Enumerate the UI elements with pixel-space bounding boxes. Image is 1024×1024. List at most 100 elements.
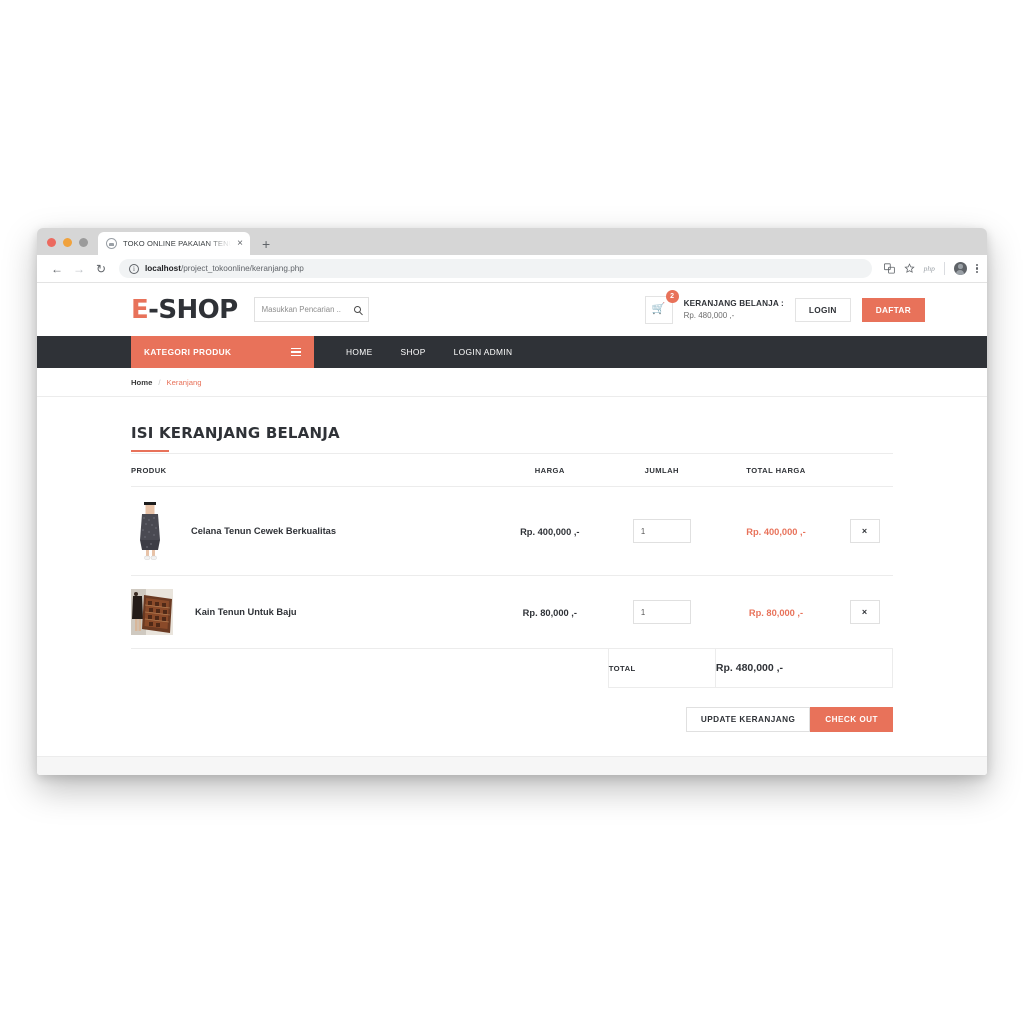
logo-text: -SHOP <box>148 294 238 325</box>
php-extension-icon[interactable]: php <box>924 264 935 273</box>
close-tab-icon[interactable]: × <box>237 238 243 249</box>
register-button[interactable]: DAFTAR <box>861 297 925 322</box>
forward-icon[interactable]: → <box>69 259 89 279</box>
cart-count-badge: 2 <box>665 289 679 303</box>
category-menu-label: KATEGORI PRODUK <box>144 347 232 357</box>
url-host: localhost <box>145 264 181 273</box>
product-cell: Celana Tenun Cewek Berkualitas <box>131 500 491 562</box>
site-footer: MY ACCOUNT CUSTOMER SERVICE STAY CONNECT… <box>37 756 987 775</box>
remove-item-button[interactable]: × <box>849 600 880 624</box>
product-total-price: Rp. 400,000 ,- <box>746 527 806 537</box>
product-thumbnail-image[interactable] <box>131 500 169 562</box>
window-controls <box>47 238 98 255</box>
main-content: ISI KERANJANG BELANJA PRODUK HARGA JUMLA… <box>37 397 987 732</box>
breadcrumb-current: Keranjang <box>166 377 202 387</box>
site-header: E-SHOP 🛒 2 KERANJANG BELANJA : Rp. 480,0… <box>37 283 987 336</box>
site-info-icon[interactable]: i <box>129 263 139 274</box>
cart-table-body: Celana Tenun Cewek Berkualitas Rp. 400,0… <box>131 486 894 688</box>
cell-total-harga: Rp. 400,000 ,- <box>715 486 837 576</box>
column-header-produk: PRODUK <box>131 454 492 487</box>
minimize-window-button[interactable] <box>63 238 72 247</box>
nav-item-home[interactable]: HOME <box>332 336 387 368</box>
shopping-cart-icon: 🛒 <box>651 303 666 315</box>
back-icon[interactable]: ← <box>47 259 67 279</box>
address-bar-url: localhost/project_tokoonline/keranjang.p… <box>145 264 304 273</box>
login-button[interactable]: LOGIN <box>794 297 851 322</box>
remove-item-button[interactable]: × <box>849 519 880 543</box>
address-bar[interactable]: i localhost/project_tokoonline/keranjang… <box>119 259 872 278</box>
new-tab-button[interactable]: + <box>262 237 270 255</box>
checkout-button[interactable]: CHECK OUT <box>810 707 893 732</box>
search-icon[interactable] <box>353 306 361 313</box>
product-price: Rp. 400,000 ,- <box>520 527 580 537</box>
cell-total-harga: Rp. 80,000 ,- <box>715 575 837 649</box>
page-title: ISI KERANJANG BELANJA <box>131 424 340 442</box>
breadcrumb-home[interactable]: Home <box>131 378 152 387</box>
browser-window: TOKO ONLINE PAKAIAN TENUN × + ← → ↻ i lo… <box>37 228 987 775</box>
header-actions: 🛒 2 KERANJANG BELANJA : Rp. 480,000 ,- L… <box>644 289 925 324</box>
cart-summary-total: Rp. 480,000 ,- <box>683 310 735 320</box>
cell-harga: Rp. 400,000 ,- <box>491 486 609 576</box>
cell-jumlah <box>608 575 716 649</box>
toolbar-divider <box>943 262 945 275</box>
product-price: Rp. 80,000 ,- <box>522 608 577 618</box>
cart-button-wrapper[interactable]: 🛒 2 <box>644 289 679 324</box>
product-thumbnail-image[interactable] <box>131 589 173 635</box>
bookmark-star-icon[interactable] <box>903 263 915 274</box>
profile-avatar-icon[interactable] <box>953 262 967 275</box>
browser-toolbar: ← → ↻ i localhost/project_tokoonline/ker… <box>37 255 987 283</box>
cart-summary: KERANJANG BELANJA : Rp. 480,000 ,- <box>684 298 784 321</box>
reload-icon[interactable]: ↻ <box>91 259 111 279</box>
table-row: Celana Tenun Cewek Berkualitas Rp. 400,0… <box>131 486 893 576</box>
quantity-input[interactable] <box>632 600 691 624</box>
translate-icon[interactable] <box>883 263 895 274</box>
nav-item-shop[interactable]: SHOP <box>387 336 440 368</box>
nav-links: HOME SHOP LOGIN ADMIN <box>314 336 526 368</box>
breadcrumb-separator: / <box>158 377 161 387</box>
table-row: Kain Tenun Untuk Baju Rp. 80,000 ,- Rp. … <box>131 575 893 649</box>
cart-table: PRODUK HARGA JUMLAH TOTAL HARGA Celana T… <box>131 454 894 688</box>
url-path: /project_tokoonline/keranjang.php <box>180 264 304 273</box>
title-underline <box>131 450 169 452</box>
cell-actions: × <box>836 486 893 576</box>
tab-title: TOKO ONLINE PAKAIAN TENUN <box>123 239 232 248</box>
cart-total-row: TOTAL Rp. 480,000 ,- <box>131 648 894 688</box>
cell-produk: Celana Tenun Cewek Berkualitas <box>131 486 492 576</box>
search-input[interactable] <box>261 305 350 314</box>
main-navbar: KATEGORI PRODUK HOME SHOP LOGIN ADMIN <box>37 336 987 368</box>
grand-total-label: TOTAL <box>607 648 716 688</box>
column-header-harga: HARGA <box>491 454 609 487</box>
product-cell: Kain Tenun Untuk Baju <box>131 589 491 635</box>
cart-table-head: PRODUK HARGA JUMLAH TOTAL HARGA <box>131 454 893 487</box>
nav-item-login-admin[interactable]: LOGIN ADMIN <box>440 336 527 368</box>
browser-tab-strip: TOKO ONLINE PAKAIAN TENUN × + <box>37 228 987 255</box>
product-name[interactable]: Celana Tenun Cewek Berkualitas <box>191 526 336 536</box>
cell-produk: Kain Tenun Untuk Baju <box>131 575 492 649</box>
cart-actions: UPDATE KERANJANG CHECK OUT <box>131 707 893 732</box>
toolbar-icons: php <box>880 262 978 275</box>
product-name[interactable]: Kain Tenun Untuk Baju <box>195 607 297 617</box>
quantity-input[interactable] <box>632 519 691 543</box>
cell-actions: × <box>836 575 893 649</box>
cart-summary-label: KERANJANG BELANJA : <box>683 298 784 308</box>
grand-total-value: Rp. 480,000 ,- <box>714 648 894 688</box>
logo-letter-e: E <box>131 294 149 325</box>
maximize-window-button[interactable] <box>79 238 88 247</box>
update-cart-button[interactable]: UPDATE KERANJANG <box>685 707 811 732</box>
category-menu-button[interactable]: KATEGORI PRODUK <box>131 336 314 368</box>
product-total-price: Rp. 80,000 ,- <box>748 608 804 618</box>
column-header-actions <box>836 454 893 487</box>
browser-tab[interactable]: TOKO ONLINE PAKAIAN TENUN × <box>98 232 250 255</box>
favicon-icon <box>106 238 117 249</box>
cell-harga: Rp. 80,000 ,- <box>491 575 609 649</box>
cart-header-row: PRODUK HARGA JUMLAH TOTAL HARGA <box>131 454 893 487</box>
chrome-menu-icon[interactable] <box>975 263 978 274</box>
search-box[interactable] <box>253 297 369 322</box>
close-window-button[interactable] <box>47 238 56 247</box>
column-header-jumlah: JUMLAH <box>608 454 716 487</box>
site-logo[interactable]: E-SHOP <box>131 295 238 325</box>
page-viewport: E-SHOP 🛒 2 KERANJANG BELANJA : Rp. 480,0… <box>37 283 987 775</box>
column-header-total-harga: TOTAL HARGA <box>715 454 837 487</box>
total-spacer-2 <box>491 649 608 688</box>
breadcrumb: Home / Keranjang <box>37 368 987 397</box>
